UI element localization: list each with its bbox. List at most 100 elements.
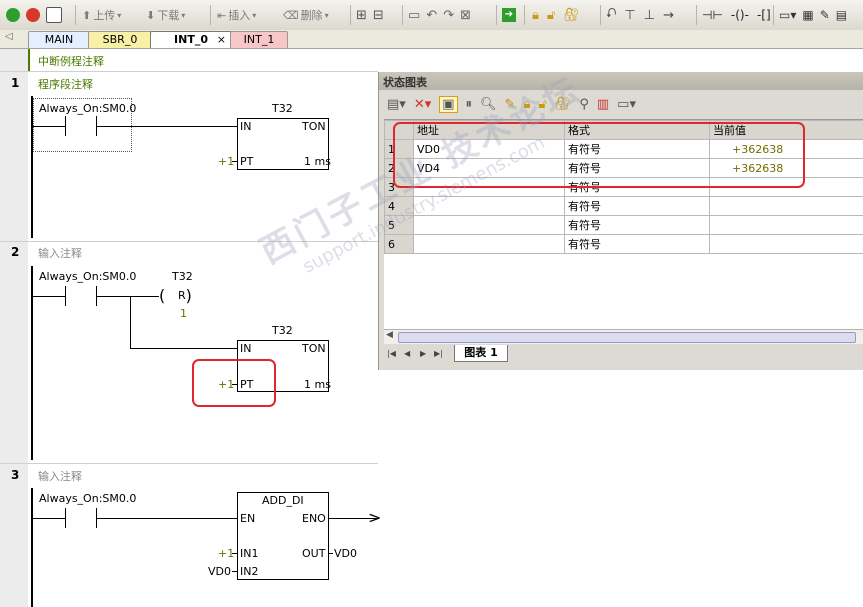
network-1: 1 程序段注释 Always_On:SM0.0 T32 IN TON +1 PT… (0, 72, 378, 242)
panel-title: 状态图表 (383, 76, 427, 89)
pou-icon[interactable]: ▤ (836, 8, 847, 22)
contact-icon[interactable]: ⊣⊢ (702, 8, 723, 22)
network-number: 2 (11, 245, 20, 259)
contact-left[interactable] (65, 116, 66, 136)
redo-icon[interactable]: ↷ (443, 8, 454, 23)
comment-icon[interactable]: ▭▾ (779, 8, 796, 22)
coil-count[interactable]: 1 (180, 307, 187, 320)
out-pin: OUT (302, 547, 326, 560)
status-chart-panel: 状态图表 ▤▾ ✕▾ ▣ ⏸ 🔍︎ ✎ 🔒︎ 🔓︎ 🔐︎ ⚲ ▥ ▭▾ 地址 格… (378, 72, 863, 370)
tab-sbr-0[interactable]: SBR_0 (88, 31, 152, 48)
contact-left[interactable] (65, 508, 66, 528)
table-row[interactable]: 5 有符号 (384, 215, 863, 235)
address-cell[interactable] (413, 234, 565, 254)
coil-icon[interactable]: -()- (731, 8, 749, 22)
out-value[interactable]: VD0 (334, 547, 357, 560)
download-button[interactable]: ⬇ 下载 ▾ (146, 7, 185, 23)
network-number: 1 (11, 76, 20, 90)
chart-execution-icon[interactable]: ▣ (439, 95, 458, 113)
symbol-table-icon[interactable]: ▦ (802, 8, 813, 22)
main-toolbar: ⬆ 上传 ▾ ⬇ 下载 ▾ ⇤ 插入 ▾ ⌫ 删除 ▾ ⊞ ⊟ ▭ ↶ ↷ ⊠ … (0, 0, 863, 31)
unforce-all-icon[interactable]: 🔐︎ (555, 97, 572, 112)
lock-icon[interactable]: 🔒︎ (532, 8, 539, 23)
table-row[interactable]: 6 有符号 (384, 234, 863, 254)
address-cell[interactable] (413, 215, 565, 235)
network-icon[interactable]: ⊞ (356, 8, 367, 23)
ton-type: TON (302, 120, 326, 133)
tab-main[interactable]: MAIN (28, 31, 90, 48)
sheet-tab[interactable]: 图表 1 (454, 345, 508, 362)
download-icon: ⬇ (146, 8, 156, 22)
clear-icon[interactable]: ⊠ (460, 8, 471, 23)
line-down-icon[interactable]: ⊤ (624, 8, 635, 23)
format-icon[interactable]: ▭▾ (617, 97, 636, 112)
branch-icon[interactable]: ⮏ (606, 4, 616, 26)
stop-icon[interactable] (26, 8, 40, 22)
scroll-left-icon[interactable]: ◀ (386, 330, 393, 340)
delete-label: 删除 (300, 9, 323, 22)
force-icon[interactable]: 🔒︎ (523, 97, 530, 112)
pause-icon[interactable]: ⏸ (466, 97, 473, 112)
tab-label: INT_1 (243, 33, 275, 46)
delete-row-icon[interactable]: ✕▾ (414, 97, 431, 112)
ton-type: TON (302, 342, 326, 355)
in2-value[interactable]: VD0 (208, 565, 231, 578)
compile-icon[interactable] (46, 7, 62, 23)
delete-icon: ⌫ (283, 8, 299, 22)
tab-int-1[interactable]: INT_1 (230, 31, 288, 48)
nav-next-icon[interactable]: ▶ (420, 349, 426, 358)
tab-scroll-left-icon[interactable]: ◁ (5, 31, 13, 42)
format-cell[interactable]: 有符号 (564, 234, 710, 254)
trend-icon[interactable]: ▥ (597, 97, 609, 112)
tab-int-0[interactable]: INT_0 × (150, 31, 232, 48)
network-alt-icon[interactable]: ⊟ (373, 8, 384, 23)
scrollbar-thumb[interactable] (398, 332, 856, 343)
coil-name: T32 (172, 270, 193, 283)
network-comment[interactable]: 输入注释 (38, 468, 82, 484)
nav-prev-icon[interactable]: ◀ (404, 349, 410, 358)
upload-button[interactable]: ⬆ 上传 ▾ (82, 7, 121, 23)
read-forced-icon[interactable]: ⚲ (579, 97, 589, 112)
edit-icon[interactable]: ✎ (820, 8, 830, 22)
pou-tab-bar: ◁ MAIN SBR_0 INT_0 × INT_1 (0, 30, 863, 49)
format-cell[interactable]: 有符号 (564, 215, 710, 235)
insert-button[interactable]: ⇤ 插入 ▾ (217, 7, 256, 23)
row-num: 4 (384, 196, 414, 216)
undo-icon[interactable]: ↶ (426, 8, 437, 23)
bookmark-icon[interactable]: ▭ (408, 8, 420, 23)
contact-left[interactable] (65, 286, 66, 306)
delete-button[interactable]: ⌫ 删除 ▾ (283, 7, 329, 23)
line-right-icon[interactable]: → (663, 8, 674, 23)
wire (232, 553, 237, 554)
goto-icon[interactable]: ➔ (502, 8, 516, 22)
trend-view-icon[interactable]: 🔍︎ (480, 97, 497, 112)
reset-coil[interactable]: ( ) (159, 286, 192, 306)
in-pin: IN (240, 342, 252, 355)
unforce-icon[interactable]: 🔓︎ (538, 97, 546, 112)
contact-label: Always_On:SM0.0 (39, 270, 137, 283)
nav-first-icon[interactable]: |◀ (387, 349, 396, 358)
table-row[interactable]: 4 有符号 (384, 196, 863, 216)
network-comment[interactable]: 程序段注释 (38, 76, 93, 92)
horizontal-scrollbar[interactable]: ◀ (384, 329, 863, 344)
address-cell[interactable] (413, 196, 565, 216)
network-comment[interactable]: 输入注释 (38, 245, 82, 261)
upload-label: 上传 (93, 9, 116, 22)
line-up-icon[interactable]: ⊥ (644, 8, 655, 23)
format-cell[interactable]: 有符号 (564, 196, 710, 216)
chart-toolbar: ▤▾ ✕▾ ▣ ⏸ 🔍︎ ✎ 🔒︎ 🔓︎ 🔐︎ ⚲ ▥ ▭▾ (379, 91, 863, 117)
timer-name: T32 (272, 102, 293, 115)
power-rail (31, 488, 33, 607)
unlock-icon[interactable]: 🔓︎ (547, 8, 555, 23)
wire (97, 518, 237, 519)
add-row-icon[interactable]: ▤▾ (387, 97, 406, 112)
box-icon[interactable]: -[] (757, 8, 771, 22)
network-3: 3 输入注释 Always_On:SM0.0 ADD_DI EN ENO > +… (0, 464, 381, 607)
lock-add-icon[interactable]: 🔐︎ (563, 8, 580, 23)
write-icon[interactable]: ✎ (505, 97, 516, 112)
nav-last-icon[interactable]: ▶| (434, 349, 443, 358)
title-comment[interactable]: 中断例程注释 (38, 53, 104, 69)
run-icon[interactable] (6, 8, 20, 22)
pt-pin: PT (240, 155, 254, 168)
close-icon[interactable]: × (217, 32, 226, 48)
